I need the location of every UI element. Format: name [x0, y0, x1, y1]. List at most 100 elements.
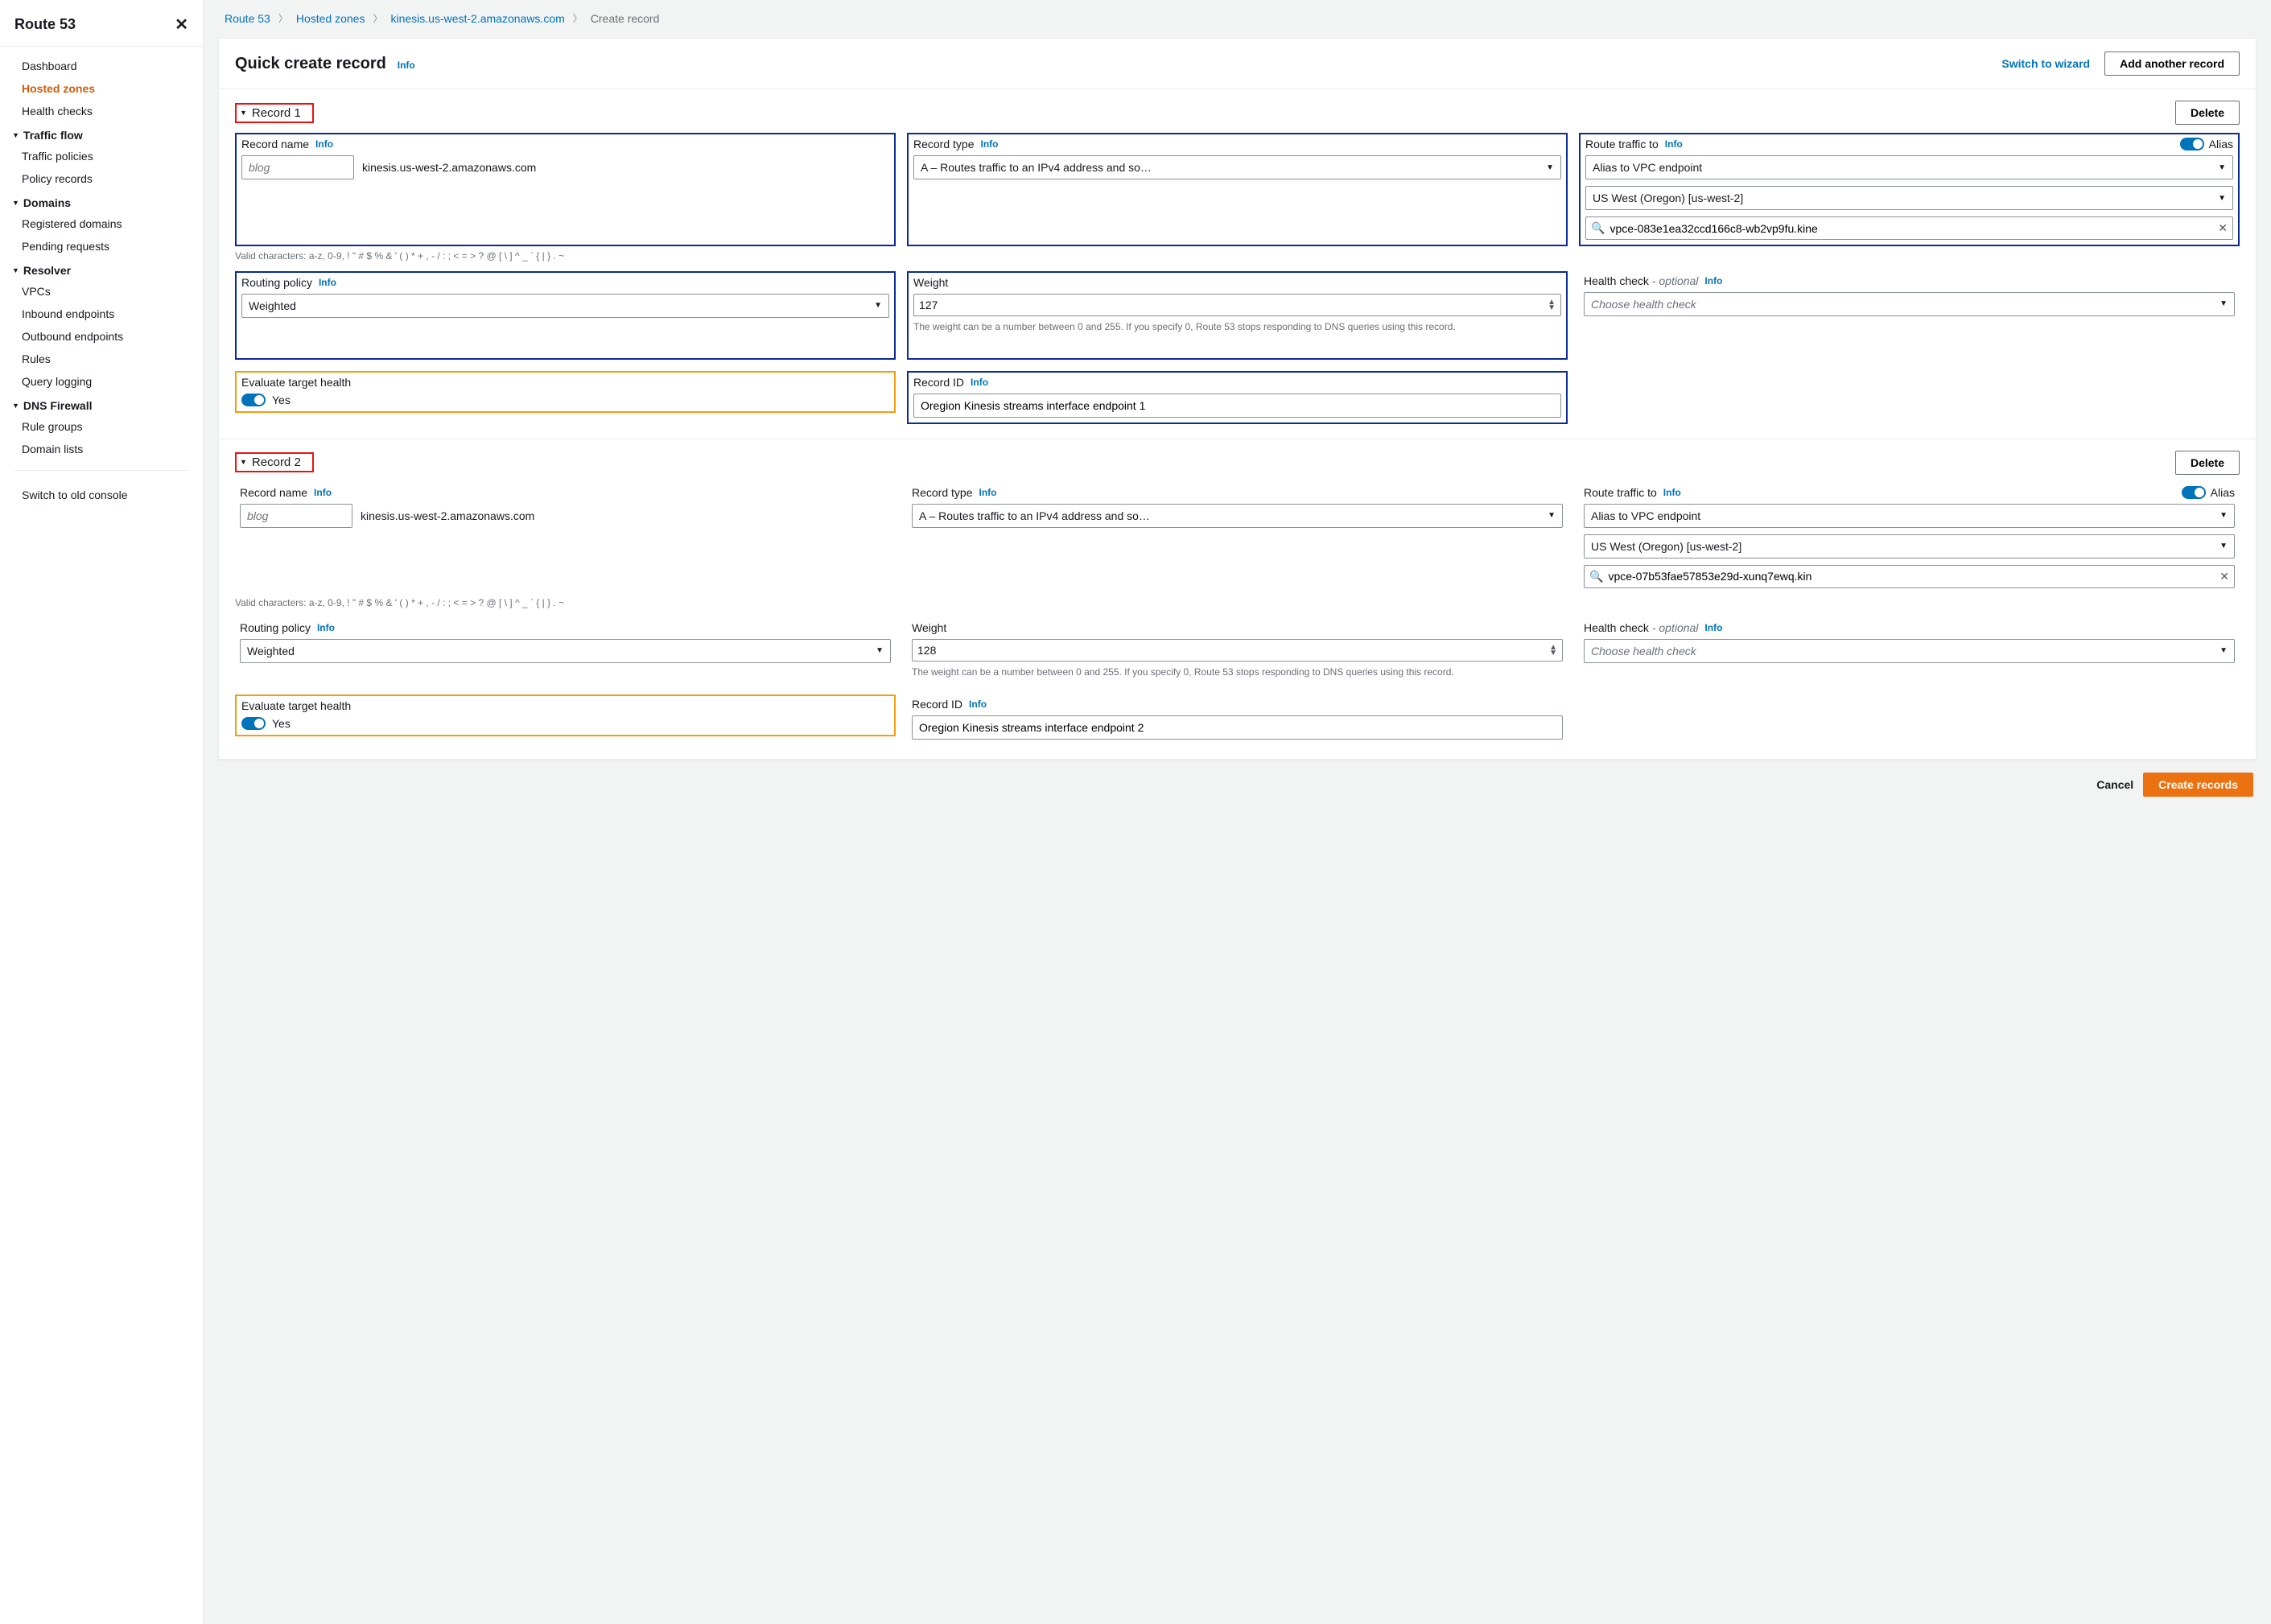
caret-down-icon: ▼	[2218, 194, 2226, 203]
weight-input[interactable]: 128 ▲▼	[912, 639, 1563, 662]
alias-search-input[interactable]	[1609, 222, 2213, 235]
breadcrumb-root[interactable]: Route 53	[225, 12, 270, 25]
weight-input[interactable]: 127 ▲▼	[913, 294, 1561, 316]
record-1-header[interactable]: ▼ Record 1	[235, 103, 314, 123]
evaluate-target-field: Evaluate target health Yes	[235, 371, 896, 413]
record-id-input[interactable]	[912, 715, 1563, 740]
record-name-input[interactable]	[240, 504, 352, 528]
evaluate-target-toggle[interactable]	[241, 717, 266, 730]
select-value: Weighted	[247, 645, 295, 657]
select-value: Alias to VPC endpoint	[1593, 161, 1702, 174]
nav-group-traffic-flow[interactable]: ▼ Traffic flow	[0, 122, 203, 145]
record-id-field: Record ID Info	[907, 371, 1568, 424]
alias-target-select[interactable]: Alias to VPC endpoint ▼	[1585, 155, 2233, 179]
info-link[interactable]: Info	[1665, 138, 1683, 150]
record-heading: Record 1	[252, 106, 301, 120]
chevron-down-icon: ▼	[240, 459, 247, 466]
alias-toggle[interactable]	[2182, 486, 2206, 499]
field-label: Record ID	[913, 376, 964, 389]
alias-search-box[interactable]: 🔍 ✕	[1584, 565, 2235, 588]
alias-target-select[interactable]: Alias to VPC endpoint ▼	[1584, 504, 2235, 528]
weight-field: Weight 128 ▲▼ The weight can be a number…	[907, 618, 1568, 684]
clear-icon[interactable]: ✕	[2219, 570, 2229, 583]
routing-policy-select[interactable]: Weighted ▼	[241, 294, 889, 318]
sidebar-item-outbound-endpoints[interactable]: Outbound endpoints	[0, 325, 203, 348]
health-check-select[interactable]: Choose health check ▼	[1584, 639, 2235, 663]
close-icon[interactable]: ✕	[175, 14, 188, 35]
stepper-icon[interactable]: ▲▼	[1549, 645, 1557, 656]
sidebar-item-dashboard[interactable]: Dashboard	[0, 55, 203, 77]
add-another-record-button[interactable]: Add another record	[2104, 52, 2240, 76]
select-value: Weighted	[249, 299, 296, 312]
health-check-select[interactable]: Choose health check ▼	[1584, 292, 2235, 316]
info-link[interactable]: Info	[317, 622, 335, 633]
divider	[14, 470, 188, 471]
info-link[interactable]: Info	[979, 487, 996, 498]
info-link[interactable]: Info	[969, 699, 987, 710]
record-type-select[interactable]: A – Routes traffic to an IPv4 address an…	[913, 155, 1561, 179]
info-link[interactable]: Info	[980, 138, 998, 150]
alias-search-input[interactable]	[1608, 570, 2215, 583]
nav-group-label: DNS Firewall	[23, 399, 93, 412]
routing-policy-select[interactable]: Weighted ▼	[240, 639, 891, 663]
alias-region-select[interactable]: US West (Oregon) [us-west-2] ▼	[1584, 534, 2235, 559]
sidebar-item-health-checks[interactable]: Health checks	[0, 100, 203, 122]
record-2-header[interactable]: ▼ Record 2	[235, 452, 314, 472]
delete-record-2-button[interactable]: Delete	[2175, 451, 2240, 475]
sidebar-item-query-logging[interactable]: Query logging	[0, 370, 203, 393]
optional-label: - optional	[1652, 621, 1699, 634]
select-value: Alias to VPC endpoint	[1591, 509, 1700, 522]
info-link[interactable]: Info	[1704, 622, 1722, 633]
info-link[interactable]: Info	[319, 277, 336, 288]
sidebar-item-policy-records[interactable]: Policy records	[0, 167, 203, 190]
alias-toggle[interactable]	[2180, 138, 2204, 150]
info-link[interactable]: Info	[314, 487, 332, 498]
sidebar-item-rule-groups[interactable]: Rule groups	[0, 415, 203, 438]
sidebar-item-pending-requests[interactable]: Pending requests	[0, 235, 203, 258]
record-type-select[interactable]: A – Routes traffic to an IPv4 address an…	[912, 504, 1563, 528]
field-label: Record type	[912, 486, 972, 499]
sidebar-item-traffic-policies[interactable]: Traffic policies	[0, 145, 203, 167]
breadcrumb-hosted-zones[interactable]: Hosted zones	[296, 12, 365, 25]
record-id-input[interactable]	[913, 394, 1561, 418]
field-label: Evaluate target health	[241, 376, 351, 389]
field-label: Record name	[240, 486, 307, 499]
record-heading: Record 2	[252, 455, 301, 469]
weight-field: Weight 127 ▲▼ The weight can be a number…	[907, 271, 1568, 360]
info-link[interactable]: Info	[971, 377, 988, 388]
info-link[interactable]: Info	[1704, 275, 1722, 286]
evaluate-target-toggle[interactable]	[241, 394, 266, 406]
sidebar-item-registered-domains[interactable]: Registered domains	[0, 212, 203, 235]
sidebar-item-inbound-endpoints[interactable]: Inbound endpoints	[0, 303, 203, 325]
alias-label: Alias	[2209, 138, 2233, 150]
sidebar-item-rules[interactable]: Rules	[0, 348, 203, 370]
create-records-button[interactable]: Create records	[2143, 773, 2253, 797]
cancel-button[interactable]: Cancel	[2096, 773, 2133, 797]
select-value: US West (Oregon) [us-west-2]	[1593, 192, 1743, 204]
chevron-right-icon: 〉	[278, 11, 288, 25]
info-link[interactable]: Info	[315, 138, 333, 150]
switch-to-wizard-link[interactable]: Switch to wizard	[2001, 57, 2090, 70]
info-link[interactable]: Info	[398, 60, 415, 71]
footer-actions: Cancel Create records	[218, 760, 2257, 800]
nav-group-domains[interactable]: ▼ Domains	[0, 190, 203, 212]
info-link[interactable]: Info	[1663, 487, 1681, 498]
alias-region-select[interactable]: US West (Oregon) [us-west-2] ▼	[1585, 186, 2233, 210]
record-name-input[interactable]	[241, 155, 354, 179]
nav-group-dns-firewall[interactable]: ▼ DNS Firewall	[0, 393, 203, 415]
select-value: A – Routes traffic to an IPv4 address an…	[921, 161, 1152, 174]
stepper-icon[interactable]: ▲▼	[1548, 299, 1556, 311]
caret-down-icon: ▼	[874, 301, 882, 310]
clear-icon[interactable]: ✕	[2218, 221, 2228, 235]
route-traffic-field: Route traffic to Info Alias Alias to VPC…	[1579, 483, 2240, 593]
delete-record-1-button[interactable]: Delete	[2175, 101, 2240, 125]
sidebar-item-domain-lists[interactable]: Domain lists	[0, 438, 203, 460]
alias-search-box[interactable]: 🔍 ✕	[1585, 216, 2233, 240]
sidebar-item-vpcs[interactable]: VPCs	[0, 280, 203, 303]
sidebar-nav: Dashboard Hosted zones Health checks ▼ T…	[0, 47, 203, 524]
switch-old-console[interactable]: Switch to old console	[0, 480, 203, 509]
breadcrumb-zone[interactable]: kinesis.us-west-2.amazonaws.com	[390, 12, 564, 25]
nav-group-resolver[interactable]: ▼ Resolver	[0, 258, 203, 280]
sidebar-item-hosted-zones[interactable]: Hosted zones	[0, 77, 203, 100]
chevron-down-icon: ▼	[12, 132, 19, 139]
